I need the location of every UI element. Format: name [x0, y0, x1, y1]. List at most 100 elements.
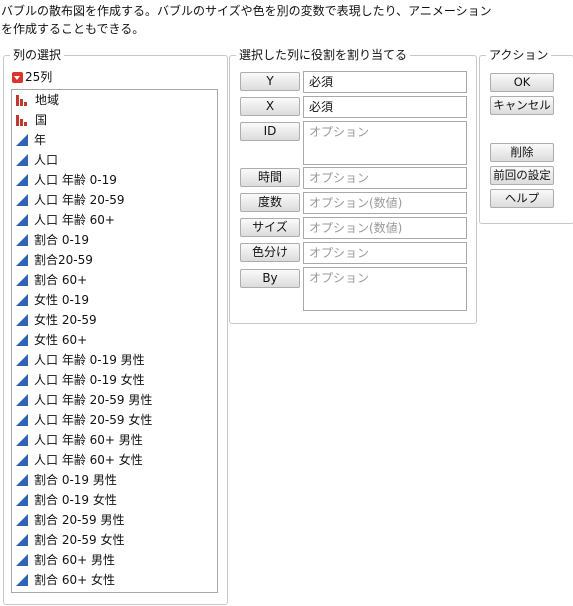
column-list-item[interactable]: 人口 年齢 60+ 男性 — [12, 430, 217, 450]
continuous-triangle-icon — [16, 174, 28, 186]
column-list-item-label: 人口 年齢 20-59 女性 — [34, 413, 153, 427]
role-button-color[interactable]: 色分け — [240, 243, 300, 262]
continuous-triangle-icon — [16, 134, 28, 146]
help-button[interactable]: ヘルプ — [490, 189, 554, 208]
column-list-item-label: 人口 年齢 20-59 — [34, 193, 125, 207]
role-assignment-title: 選択した列に役割を割り当てる — [236, 47, 411, 63]
column-list-item[interactable]: 割合 60+ — [12, 270, 217, 290]
column-list-item[interactable]: 女性 20-59 — [12, 310, 217, 330]
column-list-item[interactable]: 年 — [12, 130, 217, 150]
column-list-item-label: 女性 60+ — [34, 333, 88, 347]
column-list-item-label: 女性 0-19 — [34, 293, 90, 307]
continuous-triangle-icon — [16, 294, 28, 306]
column-list-item-label: 割合 60+ 男性 — [34, 553, 115, 567]
recall-button[interactable]: 前回の設定 — [490, 166, 554, 185]
continuous-triangle-icon — [16, 214, 28, 226]
role-button-frequency[interactable]: 度数 — [240, 193, 300, 212]
column-list-item[interactable]: 人口 年齢 60+ 女性 — [12, 450, 217, 470]
column-list-item-label: 地域 — [35, 93, 60, 107]
nominal-bar-icon — [16, 94, 29, 106]
role-box-x[interactable]: 必須 — [303, 96, 467, 118]
column-list-item-label: 人口 年齢 60+ 女性 — [34, 453, 143, 467]
column-list-item[interactable]: 人口 — [12, 150, 217, 170]
column-list-item[interactable]: 人口 年齢 0-19 — [12, 170, 217, 190]
column-list-item[interactable]: 国 — [12, 110, 217, 130]
role-box-y[interactable]: 必須 — [303, 71, 467, 93]
nominal-bar-icon — [16, 114, 29, 126]
continuous-triangle-icon — [16, 494, 28, 506]
column-list-item[interactable]: 女性 60+ — [12, 330, 217, 350]
column-select-title: 列の選択 — [10, 47, 65, 63]
column-list-item-label: 人口 年齢 0-19 — [34, 173, 117, 187]
column-list-item[interactable]: 人口 年齢 20-59 — [12, 190, 217, 210]
column-count-menu[interactable]: 25列 — [12, 70, 52, 84]
continuous-triangle-icon — [16, 394, 28, 406]
column-list-item-label: 人口 年齢 0-19 女性 — [34, 373, 145, 387]
continuous-triangle-icon — [16, 254, 28, 266]
continuous-triangle-icon — [16, 534, 28, 546]
column-list-item-label: 割合 0-19 女性 — [34, 493, 117, 507]
role-box-size[interactable]: オプション(数値) — [303, 217, 467, 239]
continuous-triangle-icon — [16, 514, 28, 526]
column-list-item[interactable]: 割合 20-59 男性 — [12, 510, 217, 530]
column-list-item-label: 割合 20-59 女性 — [34, 533, 125, 547]
role-assignment-panel: 選択した列に役割を割り当てる Y 必須 X 必須 ID オプション 時間 オプシ… — [229, 47, 477, 324]
column-list-item[interactable]: 割合 0-19 — [12, 230, 217, 250]
role-button-time[interactable]: 時間 — [240, 168, 300, 187]
column-list-item[interactable]: 人口 年齢 0-19 男性 — [12, 350, 217, 370]
continuous-triangle-icon — [16, 434, 28, 446]
role-button-by[interactable]: By — [240, 269, 300, 288]
remove-button[interactable]: 削除 — [490, 143, 554, 162]
role-button-y[interactable]: Y — [240, 72, 300, 91]
column-list-item[interactable]: 人口 年齢 20-59 女性 — [12, 410, 217, 430]
column-list-item[interactable]: 割合 0-19 女性 — [12, 490, 217, 510]
column-list-item-label: 人口 年齢 20-59 男性 — [34, 393, 153, 407]
continuous-triangle-icon — [16, 274, 28, 286]
column-list-item[interactable]: 割合 60+ 男性 — [12, 550, 217, 570]
column-select-panel: 列の選択 25列 地域国年人口人口 年齢 0-19 人口 年齢 20-59 人口 年… — [3, 47, 228, 605]
role-box-frequency[interactable]: オプション(数値) — [303, 192, 467, 214]
continuous-triangle-icon — [16, 454, 28, 466]
cancel-button[interactable]: キャンセル — [490, 96, 554, 115]
column-list-item[interactable]: 割合 60+ 女性 — [12, 570, 217, 590]
column-list-item[interactable]: 女性 0-19 — [12, 290, 217, 310]
dialog-description: バブルの散布図を作成する。バブルのサイズや色を別の変数で表現したり、アニメーショ… — [1, 2, 561, 38]
continuous-triangle-icon — [16, 474, 28, 486]
continuous-triangle-icon — [16, 234, 28, 246]
column-list-item[interactable]: 割合20-59 — [12, 250, 217, 270]
column-list-item[interactable]: 地域 — [12, 90, 217, 110]
column-count-label: 25列 — [25, 70, 53, 84]
column-list-item-label: 割合 60+ — [34, 273, 88, 287]
column-list-item-label: 年 — [34, 133, 47, 147]
column-list-item-label: 割合 0-19 男性 — [34, 473, 117, 487]
role-box-time[interactable]: オプション — [303, 167, 467, 189]
continuous-triangle-icon — [16, 374, 28, 386]
red-triangle-menu-icon[interactable] — [12, 71, 23, 83]
column-list-item[interactable]: 割合 20-59 女性 — [12, 530, 217, 550]
column-list-item-label: 人口 — [34, 153, 59, 167]
column-list[interactable]: 地域国年人口人口 年齢 0-19 人口 年齢 20-59 人口 年齢 60+ 割合 0… — [11, 89, 218, 593]
role-box-by[interactable]: オプション — [303, 267, 467, 311]
column-list-item-label: 人口 年齢 0-19 男性 — [34, 353, 145, 367]
column-list-item-label: 割合 0-19 — [34, 233, 90, 247]
column-list-item[interactable]: 人口 年齢 60+ — [12, 210, 217, 230]
continuous-triangle-icon — [16, 354, 28, 366]
continuous-triangle-icon — [16, 574, 28, 586]
column-list-item[interactable]: 割合 0-19 男性 — [12, 470, 217, 490]
actions-panel: アクション OK キャンセル 削除 前回の設定 ヘルプ — [479, 47, 573, 224]
description-line-1: バブルの散布図を作成する。バブルのサイズや色を別の変数で表現したり、アニメーショ… — [1, 4, 492, 18]
role-button-size[interactable]: サイズ — [240, 218, 300, 237]
role-button-id[interactable]: ID — [240, 122, 300, 141]
role-box-id[interactable]: オプション — [303, 121, 467, 165]
column-list-item-label: 割合 60+ 女性 — [34, 573, 115, 587]
column-list-item[interactable]: 人口 年齢 20-59 男性 — [12, 390, 217, 410]
column-list-item-label: 人口 年齢 60+ 男性 — [34, 433, 143, 447]
column-list-item-label: 割合20-59 — [34, 253, 93, 267]
ok-button[interactable]: OK — [490, 73, 554, 92]
role-box-color[interactable]: オプション — [303, 242, 467, 264]
continuous-triangle-icon — [16, 154, 28, 166]
role-button-x[interactable]: X — [240, 97, 300, 116]
column-list-item[interactable]: 人口 年齢 0-19 女性 — [12, 370, 217, 390]
column-list-item-label: 割合 20-59 男性 — [34, 513, 125, 527]
actions-title: アクション — [486, 47, 552, 63]
